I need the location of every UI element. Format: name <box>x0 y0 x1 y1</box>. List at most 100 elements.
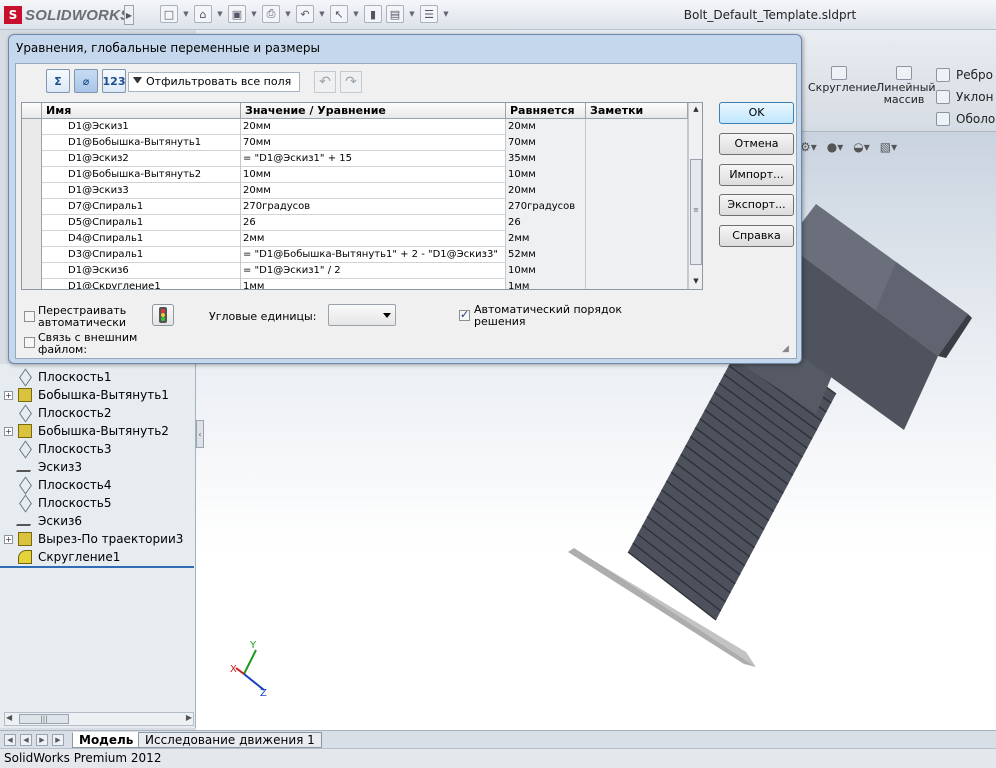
tab-model[interactable]: Модель <box>72 732 141 748</box>
select-icon[interactable]: ↖ <box>330 5 348 23</box>
expand-icon[interactable]: + <box>4 426 13 436</box>
print-icon[interactable]: ⎙ <box>262 5 280 23</box>
angular-units-select[interactable] <box>328 304 396 326</box>
first-tab-icon[interactable]: ◀ <box>4 734 16 746</box>
table-row[interactable]: D7@Спираль1 270градусов 270градусов <box>22 199 688 215</box>
options-icon[interactable]: ☰ <box>420 5 438 23</box>
cell-value[interactable]: = "D1@Эскиз1" + 15 <box>241 151 506 167</box>
panel-collapse-icon[interactable]: ‹ <box>196 420 204 448</box>
auto-order-checkbox[interactable] <box>459 308 470 321</box>
menu-expand-icon[interactable]: ▶ <box>124 5 134 25</box>
table-row[interactable]: D1@Эскиз2 = "D1@Эскиз1" + 15 35мм <box>22 151 688 167</box>
ordered-view-icon[interactable]: 123 <box>102 69 126 93</box>
resize-grip-icon[interactable]: ◢ <box>782 344 794 356</box>
cell-notes[interactable] <box>586 215 688 231</box>
help-button[interactable]: Справка <box>719 225 794 247</box>
next-tab-icon[interactable]: ▶ <box>36 734 48 746</box>
cell-name[interactable]: D5@Спираль1 <box>42 215 241 231</box>
open-dropdown-icon[interactable]: ▼ <box>216 5 224 23</box>
tree-item[interactable]: Плоскость3 <box>4 439 112 459</box>
cell-value[interactable]: 1мм <box>241 279 506 289</box>
linear-pattern-tool[interactable]: Линейный массив <box>876 66 936 106</box>
tree-item[interactable]: + Вырез-По траектории3 <box>4 530 183 548</box>
cell-value[interactable]: 2мм <box>241 231 506 247</box>
tree-item[interactable]: Скругление1 <box>4 548 120 566</box>
ok-button[interactable]: OK <box>719 102 794 124</box>
rebuild-icon[interactable]: ▮ <box>364 5 382 23</box>
table-scroll-thumb[interactable]: ≡ <box>690 159 702 265</box>
cell-value[interactable]: 10мм <box>241 167 506 183</box>
table-vertical-scrollbar[interactable]: ▲ ≡ ▼ <box>688 103 702 289</box>
last-tab-icon[interactable]: ▶ <box>52 734 64 746</box>
new-document-icon[interactable]: □ <box>160 5 178 23</box>
expand-icon[interactable]: + <box>4 534 13 544</box>
prev-tab-icon[interactable]: ◀ <box>20 734 32 746</box>
cell-notes[interactable] <box>586 151 688 167</box>
new-dropdown-icon[interactable]: ▼ <box>182 5 190 23</box>
cell-notes[interactable] <box>586 183 688 199</box>
rib-tool[interactable]: Ребро <box>936 64 996 86</box>
scroll-left-icon[interactable]: ◀ <box>6 713 12 722</box>
cell-notes[interactable] <box>586 231 688 247</box>
cell-name[interactable]: D7@Спираль1 <box>42 199 241 215</box>
tree-item[interactable]: + Бобышка-Вытянуть1 <box>4 386 169 404</box>
scroll-thumb[interactable]: ||| <box>19 714 69 724</box>
cell-value[interactable]: 26 <box>241 215 506 231</box>
cell-value[interactable]: 20мм <box>241 119 506 135</box>
filter-field[interactable]: Отфильтровать все поля <box>128 72 300 92</box>
print-dropdown-icon[interactable]: ▼ <box>284 5 292 23</box>
undo-icon[interactable]: ↶ <box>296 5 314 23</box>
rollback-bar[interactable] <box>0 566 194 568</box>
table-row[interactable]: D1@Эскиз1 20мм 20мм <box>22 119 688 135</box>
expand-icon[interactable]: + <box>4 390 13 400</box>
save-icon[interactable]: ▣ <box>228 5 246 23</box>
cell-value[interactable]: 270градусов <box>241 199 506 215</box>
cell-name[interactable]: D1@Бобышка-Вытянуть2 <box>42 167 241 183</box>
shell-tool[interactable]: Оболоч <box>936 108 996 130</box>
open-icon[interactable]: ⌂ <box>194 5 212 23</box>
tree-item[interactable]: Эскиз6 <box>4 512 82 530</box>
cell-value[interactable]: = "D1@Бобышка-Вытянуть1" + 2 - "D1@Эскиз… <box>241 247 506 263</box>
tree-item[interactable]: Плоскость4 <box>4 475 112 495</box>
draft-tool[interactable]: Уклон <box>936 86 996 108</box>
tree-item[interactable]: Эскиз3 <box>4 458 82 476</box>
cell-notes[interactable] <box>586 279 688 289</box>
header-value[interactable]: Значение / Уравнение <box>241 103 506 119</box>
scroll-right-icon[interactable]: ▶ <box>186 713 192 722</box>
file-properties-icon[interactable]: ▤ <box>386 5 404 23</box>
header-name[interactable]: Имя <box>42 103 241 119</box>
cell-name[interactable]: D4@Спираль1 <box>42 231 241 247</box>
cell-name[interactable]: D1@Эскиз3 <box>42 183 241 199</box>
table-row[interactable]: D4@Спираль1 2мм 2мм <box>22 231 688 247</box>
sketch-equation-view-icon[interactable]: ⌀ <box>74 69 98 93</box>
equation-view-icon[interactable]: Σ <box>46 69 70 93</box>
tree-horizontal-scrollbar[interactable]: ◀ ||| ▶ <box>4 712 194 726</box>
cell-value[interactable]: 70мм <box>241 135 506 151</box>
options-dropdown-icon[interactable]: ▼ <box>442 5 450 23</box>
scroll-up-icon[interactable]: ▲ <box>690 103 702 115</box>
cell-notes[interactable] <box>586 247 688 263</box>
dialog-redo-icon[interactable]: ↷ <box>340 71 362 93</box>
cell-name[interactable]: D1@Эскиз6 <box>42 263 241 279</box>
cell-notes[interactable] <box>586 167 688 183</box>
cell-name[interactable]: D1@Бобышка-Вытянуть1 <box>42 135 241 151</box>
table-row[interactable]: D5@Спираль1 26 26 <box>22 215 688 231</box>
import-button[interactable]: Импорт... <box>719 164 794 186</box>
link-external-checkbox[interactable] <box>24 337 35 348</box>
scroll-down-icon[interactable]: ▼ <box>690 275 702 287</box>
traffic-light-icon[interactable] <box>152 304 174 326</box>
cell-name[interactable]: D1@Эскиз1 <box>42 119 241 135</box>
table-row[interactable]: D3@Спираль1 = "D1@Бобышка-Вытянуть1" + 2 … <box>22 247 688 263</box>
table-row[interactable]: D1@Эскиз6 = "D1@Эскиз1" / 2 10мм <box>22 263 688 279</box>
table-row[interactable]: D1@Эскиз3 20мм 20мм <box>22 183 688 199</box>
cell-notes[interactable] <box>586 119 688 135</box>
cancel-button[interactable]: Отмена <box>719 133 794 155</box>
table-row[interactable]: D1@Бобышка-Вытянуть1 70мм 70мм <box>22 135 688 151</box>
tree-item[interactable]: Плоскость5 <box>4 493 112 513</box>
cell-value[interactable]: = "D1@Эскиз1" / 2 <box>241 263 506 279</box>
auto-rebuild-checkbox[interactable] <box>24 311 35 322</box>
tree-item[interactable]: + Бобышка-Вытянуть2 <box>4 422 169 440</box>
cell-name[interactable]: D1@Скругление1 <box>42 279 241 289</box>
fillet-tool[interactable]: Скругление <box>808 66 877 94</box>
cell-notes[interactable] <box>586 199 688 215</box>
